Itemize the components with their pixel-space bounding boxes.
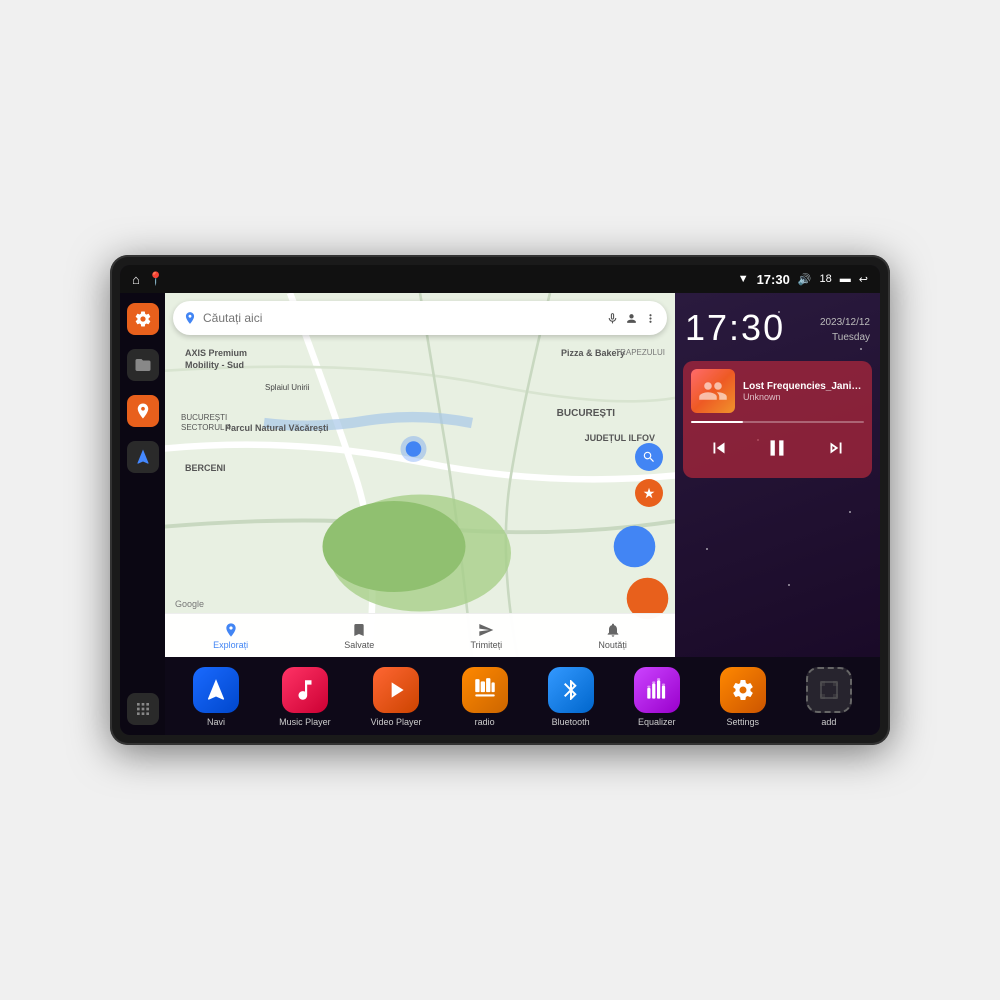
map-star-button[interactable]: ★ — [635, 479, 663, 507]
navi-icon — [193, 667, 239, 713]
menu-dots-icon[interactable] — [644, 312, 657, 325]
clock-date-display: 2023/12/12 Tuesday — [820, 307, 870, 345]
clock-time-display: 17:30 — [685, 307, 785, 349]
album-art — [691, 369, 735, 413]
app-music-player[interactable]: Music Player — [279, 667, 331, 727]
main-content: AXIS PremiumMobility - Sud Pizza & Baker… — [120, 293, 880, 735]
wifi-icon: ▼ — [738, 273, 749, 285]
navi-label: Navi — [207, 717, 225, 727]
equalizer-label: Equalizer — [638, 717, 676, 727]
map-tab-noutati-label: Noutăți — [598, 640, 627, 650]
volume-icon: 🔊 — [798, 273, 812, 286]
battery-value: 18 — [820, 273, 832, 285]
music-progress-bar[interactable] — [691, 421, 864, 423]
device-screen: ⌂ 📍 ▼ 17:30 🔊 18 ▬ ↩ — [120, 265, 880, 735]
music-controls — [691, 431, 864, 470]
map-zoom-button[interactable] — [635, 443, 663, 471]
add-icon — [806, 667, 852, 713]
sidebar-location-icon[interactable] — [127, 395, 159, 427]
time-display: 17:30 — [757, 272, 790, 287]
bluetooth-icon — [548, 667, 594, 713]
settings-label: Settings — [727, 717, 760, 727]
app-equalizer[interactable]: Equalizer — [634, 667, 680, 727]
map-tab-trimiteti-label: Trimiteți — [471, 640, 503, 650]
app-bluetooth[interactable]: Bluetooth — [548, 667, 594, 727]
status-left-icons: ⌂ 📍 — [132, 271, 164, 287]
app-settings[interactable]: Settings — [720, 667, 766, 727]
prev-button[interactable] — [704, 433, 734, 468]
map-tab-noutati[interactable]: Noutăți — [598, 622, 627, 650]
app-radio[interactable]: radio — [462, 667, 508, 727]
map-tab-salvate-label: Salvate — [344, 640, 374, 650]
sidebar-grid-icon[interactable] — [127, 693, 159, 725]
add-label: add — [821, 717, 836, 727]
google-watermark: Google — [175, 599, 204, 609]
map-tab-trimiteti[interactable]: Trimiteți — [471, 622, 503, 650]
video-player-label: Video Player — [371, 717, 422, 727]
music-progress-fill — [691, 421, 743, 423]
microphone-icon[interactable] — [606, 312, 619, 325]
clock-section: 17:30 2023/12/12 Tuesday — [675, 293, 880, 357]
map-label-berceni: BERCENI — [185, 463, 226, 473]
device-body: ⌂ 📍 ▼ 17:30 🔊 18 ▬ ↩ — [110, 255, 890, 745]
apps-row: Navi Music Player Video Pl — [165, 657, 880, 735]
map-panel[interactable]: AXIS PremiumMobility - Sud Pizza & Baker… — [165, 293, 675, 657]
pause-button[interactable] — [760, 431, 794, 470]
map-label-parcul: Parcul Natural Văcărești — [225, 423, 329, 433]
map-search-input[interactable] — [203, 311, 600, 325]
music-text: Lost Frequencies_Janie... Unknown — [743, 381, 864, 402]
map-label-sectorul4: BUCUREȘTISECTORUL 4 — [181, 413, 231, 434]
maps-icon[interactable]: 📍 — [148, 271, 164, 287]
map-label-splaiul: Splaiul Unirii — [265, 383, 309, 392]
map-label-buc: BUCUREȘTI — [557, 408, 615, 419]
right-panel: 17:30 2023/12/12 Tuesday — [675, 293, 880, 657]
left-sidebar — [120, 293, 165, 735]
sidebar-folder-icon[interactable] — [127, 349, 159, 381]
home-icon[interactable]: ⌂ — [132, 272, 140, 287]
music-player-widget: Lost Frequencies_Janie... Unknown — [683, 361, 872, 478]
map-label-trap: TRAPEZULUI — [615, 348, 665, 357]
maps-logo-icon — [183, 311, 197, 325]
bluetooth-label: Bluetooth — [552, 717, 590, 727]
top-panels: AXIS PremiumMobility - Sud Pizza & Baker… — [165, 293, 880, 657]
music-player-icon — [282, 667, 328, 713]
map-tab-explorați[interactable]: Explorați — [213, 622, 248, 650]
status-right-icons: ▼ 17:30 🔊 18 ▬ ↩ — [738, 272, 868, 287]
music-info: Lost Frequencies_Janie... Unknown — [691, 369, 864, 413]
account-icon[interactable] — [625, 312, 638, 325]
music-player-label: Music Player — [279, 717, 331, 727]
app-add[interactable]: add — [806, 667, 852, 727]
equalizer-icon — [634, 667, 680, 713]
map-tab-explorati-label: Explorați — [213, 640, 248, 650]
radio-icon — [462, 667, 508, 713]
map-tab-salvate[interactable]: Salvate — [344, 622, 374, 650]
music-artist: Unknown — [743, 392, 864, 402]
radio-label: radio — [475, 717, 495, 727]
status-bar: ⌂ 📍 ▼ 17:30 🔊 18 ▬ ↩ — [120, 265, 880, 293]
settings-icon — [720, 667, 766, 713]
app-video-player[interactable]: Video Player — [371, 667, 422, 727]
center-area: AXIS PremiumMobility - Sud Pizza & Baker… — [165, 293, 880, 735]
back-icon[interactable]: ↩ — [859, 273, 868, 286]
battery-icon: ▬ — [840, 273, 851, 285]
sidebar-settings-icon[interactable] — [127, 303, 159, 335]
crowd-icon — [698, 376, 728, 406]
video-player-icon — [373, 667, 419, 713]
map-nav-buttons: ★ — [635, 443, 663, 507]
sidebar-nav-icon[interactable] — [127, 441, 159, 473]
next-button[interactable] — [821, 433, 851, 468]
music-title: Lost Frequencies_Janie... — [743, 381, 864, 392]
map-search-bar[interactable] — [173, 301, 667, 335]
map-bottom-bar: Explorați Salvate Trimiteți — [165, 613, 675, 657]
map-label-axis: AXIS PremiumMobility - Sud — [185, 348, 247, 371]
app-navi[interactable]: Navi — [193, 667, 239, 727]
map-label-ilfov: JUDEȚUL ILFOV — [585, 433, 655, 443]
